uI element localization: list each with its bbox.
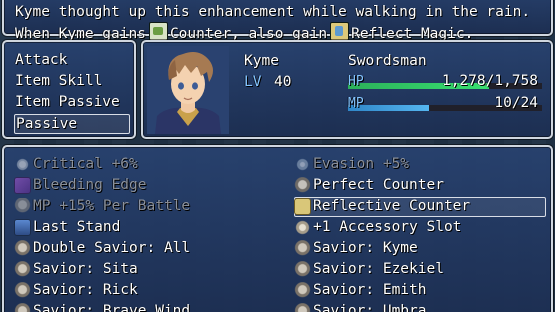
passive-skill-label: Perfect Counter bbox=[313, 177, 444, 193]
passive-skill-label: Reflective Counter bbox=[313, 198, 471, 214]
sparkle-icon bbox=[14, 156, 31, 173]
actor-name: Kyme bbox=[244, 53, 279, 69]
reflect-counter-icon bbox=[294, 198, 311, 215]
passive-skill-item[interactable]: MP +15% Per Battle bbox=[14, 197, 274, 217]
actor-portrait bbox=[147, 46, 229, 134]
hp-label: HP bbox=[348, 74, 364, 89]
passive-skill-item[interactable]: Evasion +5% bbox=[294, 155, 546, 175]
savior-icon bbox=[294, 303, 311, 312]
passive-skill-label: Last Stand bbox=[33, 219, 121, 235]
actor-class: Swordsman bbox=[348, 53, 427, 69]
passive-skill-item[interactable]: +1 Accessory Slot bbox=[294, 218, 546, 238]
passive-skill-item[interactable]: Savior: Rick bbox=[14, 281, 274, 301]
passive-skill-label: Bleeding Edge bbox=[33, 177, 147, 193]
last-stand-icon bbox=[14, 219, 31, 236]
category-attack[interactable]: Attack bbox=[14, 51, 130, 71]
category-label: Item Passive bbox=[15, 94, 120, 110]
passive-skill-item[interactable]: Critical +6% bbox=[14, 155, 274, 175]
savior-icon bbox=[294, 261, 311, 278]
passive-skill-item[interactable]: Savior: Sita bbox=[14, 260, 274, 280]
passive-skill-item[interactable]: Perfect Counter bbox=[294, 176, 546, 196]
savior-icon bbox=[14, 261, 31, 278]
hp-value: 1,278/1,758 bbox=[441, 73, 538, 89]
category-label: Passive bbox=[16, 116, 78, 132]
category-item-skill[interactable]: Item Skill bbox=[14, 72, 130, 92]
passive-skill-label: Savior: Ezekiel bbox=[313, 261, 444, 277]
savior-icon bbox=[14, 282, 31, 299]
savior-icon bbox=[14, 240, 31, 257]
category-label: Attack bbox=[15, 52, 68, 68]
passive-skill-item[interactable]: Savior: Umbra bbox=[294, 302, 546, 312]
help-window: Kyme thought up this enhancement while w… bbox=[2, 0, 553, 42]
passive-skill-item[interactable]: Bleeding Edge bbox=[14, 176, 274, 196]
passive-skill-label: Evasion +5% bbox=[313, 156, 410, 172]
passive-skill-item[interactable]: Reflective Counter bbox=[294, 197, 546, 217]
level-label: LV bbox=[244, 74, 262, 90]
help-text-line-1: Kyme thought up this enhancement while w… bbox=[15, 4, 531, 20]
counter-icon bbox=[294, 177, 311, 194]
savior-icon bbox=[294, 240, 311, 257]
passive-skill-label: Savior: Sita bbox=[33, 261, 138, 277]
passive-skill-label: +1 Accessory Slot bbox=[313, 219, 462, 235]
passive-skill-label: Double Savior: All bbox=[33, 240, 191, 256]
actor-status-window: Kyme LV 40 Swordsman HP 1,278/1,758 MP 1… bbox=[141, 40, 553, 139]
mp-value: 10/24 bbox=[494, 95, 538, 111]
passive-skill-item[interactable]: Savior: Ezekiel bbox=[294, 260, 546, 280]
passive-skill-label: Savior: Brave Wind bbox=[33, 303, 191, 312]
passive-skill-item[interactable]: Double Savior: All bbox=[14, 239, 274, 259]
bleeding-edge-icon bbox=[14, 177, 31, 194]
mp-regen-icon bbox=[14, 198, 31, 215]
reflect-magic-state-icon bbox=[330, 22, 350, 41]
passive-skill-label: Critical +6% bbox=[33, 156, 138, 172]
level-value: 40 bbox=[274, 74, 292, 90]
counter-state-icon bbox=[148, 22, 168, 41]
category-passive[interactable]: Passive bbox=[14, 114, 130, 134]
savior-icon bbox=[294, 282, 311, 299]
savior-icon bbox=[14, 303, 31, 312]
skill-category-window: Attack Item Skill Item Passive Passive bbox=[2, 40, 136, 139]
category-item-passive[interactable]: Item Passive bbox=[14, 93, 130, 113]
category-label: Item Skill bbox=[15, 73, 103, 89]
evasion-icon bbox=[294, 156, 311, 173]
passive-skill-item[interactable]: Last Stand bbox=[14, 218, 274, 238]
passive-skill-item[interactable]: Savior: Emith bbox=[294, 281, 546, 301]
accessory-icon bbox=[294, 219, 311, 236]
passive-skill-label: Savior: Kyme bbox=[313, 240, 418, 256]
passive-skill-label: MP +15% Per Battle bbox=[33, 198, 191, 214]
passive-skill-item[interactable]: Savior: Brave Wind bbox=[14, 302, 274, 312]
passive-skill-label: Savior: Umbra bbox=[313, 303, 427, 312]
mp-label: MP bbox=[348, 96, 364, 111]
passive-skill-item[interactable]: Savior: Kyme bbox=[294, 239, 546, 259]
passive-skill-list: Critical +6% Bleeding Edge MP +15% Per Bat… bbox=[2, 145, 553, 312]
passive-skill-label: Savior: Emith bbox=[313, 282, 427, 298]
passive-skill-label: Savior: Rick bbox=[33, 282, 138, 298]
